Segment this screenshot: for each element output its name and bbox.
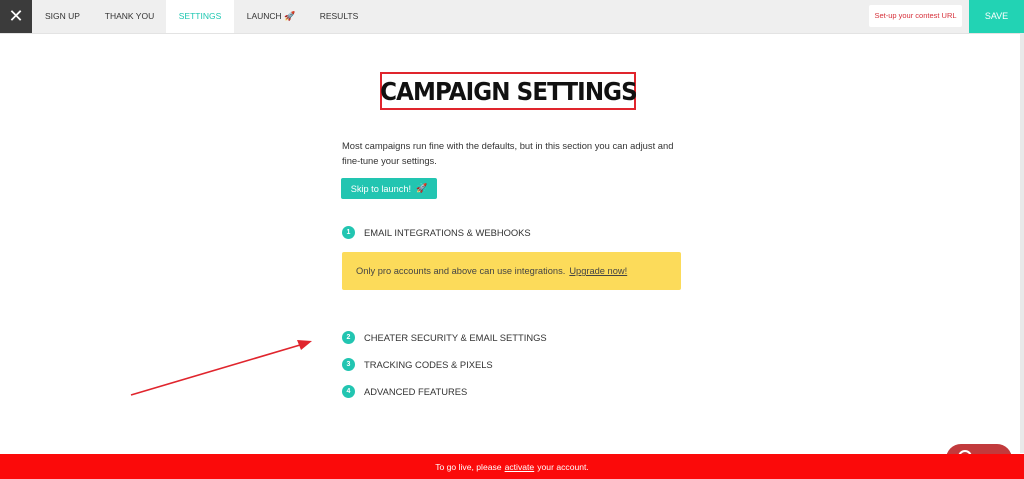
skip-to-launch-label: Skip to launch! — [350, 183, 412, 194]
rocket-icon: 🚀 — [284, 11, 296, 21]
tab-launch-label: LAUNCH — [246, 11, 282, 21]
section-label: CHEATER SECURITY & EMAIL SETTINGS — [364, 332, 547, 343]
activation-banner: To go live, please activate your account… — [0, 454, 1024, 479]
tab-launch[interactable]: LAUNCH 🚀 — [234, 0, 308, 33]
contest-url-button[interactable]: Set-up your contest URL — [869, 5, 962, 27]
step-number: 2 — [342, 331, 355, 344]
tab-settings[interactable]: SETTINGS — [166, 0, 234, 33]
banner-text-before: To go live, please — [435, 461, 502, 472]
close-icon: ✕ — [8, 6, 24, 26]
section-tracking-codes[interactable]: 3 TRACKING CODES & PIXELS — [342, 358, 493, 371]
skip-to-launch-button[interactable]: Skip to launch! 🚀 — [341, 178, 437, 199]
step-number: 4 — [342, 385, 355, 398]
section-label: ADVANCED FEATURES — [364, 386, 468, 397]
intro-text: Most campaigns run fine with the default… — [342, 140, 674, 166]
step-number: 1 — [342, 226, 355, 239]
section-cheater-security[interactable]: 2 CHEATER SECURITY & EMAIL SETTINGS — [342, 331, 547, 344]
tab-thank-you[interactable]: THANK YOU — [93, 0, 166, 33]
save-button[interactable]: SAVE — [969, 0, 1024, 33]
upgrade-link[interactable]: Upgrade now! — [569, 266, 627, 276]
top-bar: ✕ SIGN UP THANK YOU SETTINGS LAUNCH 🚀 RE… — [0, 0, 1024, 34]
section-advanced-features[interactable]: 4 ADVANCED FEATURES — [342, 385, 467, 398]
section-email-integrations[interactable]: 1 EMAIL INTEGRATIONS & WEBHOOKS — [342, 226, 531, 239]
tab-results[interactable]: RESULTS — [308, 0, 370, 33]
title-highlight-box: CAMPAIGN SETTINGS — [379, 72, 638, 110]
section-label: TRACKING CODES & PIXELS — [364, 359, 493, 370]
banner-text-after: your account. — [537, 461, 589, 472]
notice-text: Only pro accounts and above can use inte… — [356, 266, 566, 276]
close-button[interactable]: ✕ — [0, 0, 32, 33]
section-label: EMAIL INTEGRATIONS & WEBHOOKS — [364, 227, 531, 238]
step-number: 3 — [342, 358, 355, 371]
activate-link[interactable]: activate — [505, 462, 535, 472]
scrollbar[interactable] — [1020, 33, 1024, 453]
rocket-icon: 🚀 — [416, 183, 428, 193]
tab-sign-up[interactable]: SIGN UP — [32, 0, 93, 33]
page: ✕ SIGN UP THANK YOU SETTINGS LAUNCH 🚀 RE… — [0, 0, 1024, 479]
upgrade-notice: Only pro accounts and above can use inte… — [342, 252, 681, 290]
tab-bar: SIGN UP THANK YOU SETTINGS LAUNCH 🚀 RESU… — [32, 0, 370, 33]
page-title: CAMPAIGN SETTINGS — [379, 76, 638, 106]
